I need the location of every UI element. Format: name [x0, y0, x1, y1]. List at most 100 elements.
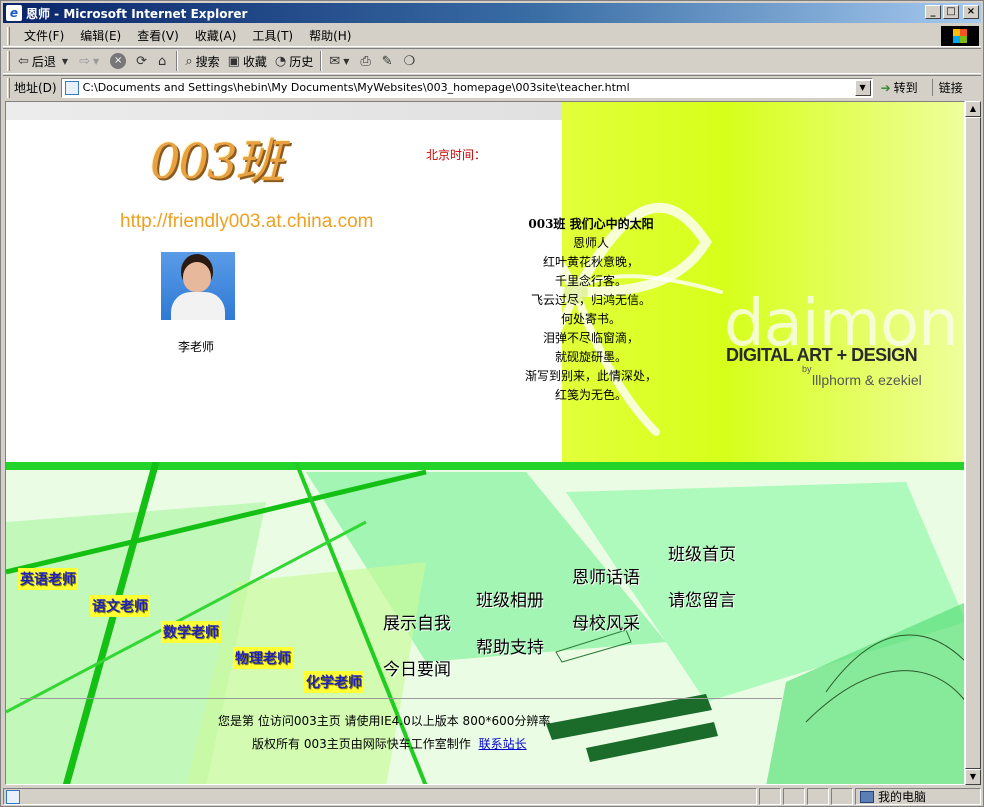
edit-button[interactable]: ✎ — [378, 50, 400, 72]
my-computer-icon — [860, 790, 874, 803]
toolbar-separator — [176, 51, 179, 71]
address-dropdown-icon[interactable]: ▼ — [854, 79, 871, 96]
teacher-link-math[interactable]: 数学老师 — [161, 621, 221, 643]
vertical-scrollbar[interactable]: ▲ ▼ — [965, 101, 981, 785]
favorites-button[interactable]: ▣ 收藏 — [224, 50, 271, 72]
teacher-name: 李老师 — [178, 340, 215, 354]
discuss-button[interactable]: ❍ — [400, 50, 423, 72]
refresh-icon: ⟳ — [136, 53, 148, 69]
forward-arrow-icon: ⇨ — [79, 53, 90, 69]
page-icon — [64, 80, 79, 95]
poem: 003班 我们心中的太阳 恩师人 红叶黄花秋意晚， 千里念行客。 飞云过尽，归鸿… — [506, 215, 676, 405]
ie-icon: e — [6, 5, 22, 21]
search-icon: ⌕ — [185, 53, 193, 69]
forward-dropdown-icon[interactable]: ▼ — [93, 57, 99, 66]
go-arrow-icon: ➔ — [880, 80, 891, 95]
window-title: 恩师 - Microsoft Internet Explorer — [26, 6, 248, 21]
toolbar-grip[interactable] — [7, 51, 10, 71]
home-icon: ⌂ — [158, 53, 167, 69]
nav-showcase[interactable]: 展示自我 — [383, 609, 451, 634]
go-label: 转到 — [893, 81, 918, 95]
poem-title: 003班 我们心中的太阳 — [528, 217, 654, 231]
teacher-link-chemistry[interactable]: 化学老师 — [304, 671, 364, 693]
close-button[interactable]: × — [963, 5, 979, 19]
scroll-thumb[interactable] — [965, 117, 981, 769]
poem-line: 红叶黄花秋意晚， — [542, 255, 639, 269]
poem-line: 何处寄书。 — [560, 312, 621, 326]
address-input[interactable]: C:\Documents and Settings\hebin\My Docum… — [60, 77, 873, 98]
links-toolbar[interactable]: 链接 — [931, 79, 963, 96]
menu-bar: 文件(F) 编辑(E) 查看(V) 收藏(A) 工具(T) 帮助(H) — [3, 25, 981, 47]
teacher-link-physics[interactable]: 物理老师 — [233, 647, 293, 669]
nav-help-support[interactable]: 帮助支持 — [476, 633, 544, 658]
top-strip — [6, 102, 566, 120]
address-bar: 地址(D) C:\Documents and Settings\hebin\My… — [3, 75, 981, 99]
photo-body — [171, 292, 225, 320]
banner-tagline: DIGITAL ART + DESIGN — [726, 345, 918, 365]
poem-line: 恩师人 — [572, 236, 609, 250]
nav-class-home[interactable]: 班级首页 — [668, 540, 736, 565]
menu-help[interactable]: 帮助(H) — [301, 27, 359, 44]
print-button[interactable]: ⎙ — [356, 50, 377, 72]
banner-authors: lllphorm & ezekiel — [812, 372, 922, 388]
addressbar-grip[interactable] — [7, 77, 10, 98]
history-icon: ◔ — [274, 53, 287, 69]
back-arrow-icon: ⇦ — [18, 53, 29, 69]
address-url[interactable]: C:\Documents and Settings\hebin\My Docum… — [83, 81, 630, 94]
menubar-grip[interactable] — [7, 26, 10, 45]
poem-line: 就砚旋研墨。 — [554, 350, 627, 364]
forward-button[interactable]: ⇨ ▼ — [75, 50, 106, 72]
security-zone: 我的电脑 — [855, 788, 981, 805]
browser-window: e 恩师 - Microsoft Internet Explorer _ □ ×… — [0, 0, 984, 807]
toolbar-separator — [320, 51, 323, 71]
status-cell — [783, 788, 805, 805]
nav-today-news[interactable]: 今日要闻 — [383, 655, 451, 680]
footer-copyright: 版权所有 003主页由网际快车工作室制作 — [252, 737, 471, 751]
footer-divider — [20, 698, 782, 699]
teacher-link-english[interactable]: 英语老师 — [18, 568, 78, 590]
nav-teacher-words[interactable]: 恩师话语 — [572, 563, 640, 588]
menu-view[interactable]: 查看(V) — [129, 27, 187, 44]
search-button[interactable]: ⌕ 搜索 — [181, 50, 223, 72]
menu-edit[interactable]: 编辑(E) — [72, 27, 129, 44]
refresh-button[interactable]: ⟳ — [132, 50, 154, 72]
nav-leave-message[interactable]: 请您留言 — [668, 586, 736, 611]
banner-by: by — [802, 364, 812, 374]
page-header-section: daimonia DIGITAL ART + DESIGN by lllphor… — [6, 102, 964, 462]
go-button[interactable]: ➔ 转到 — [881, 79, 918, 96]
back-button[interactable]: ⇦ 后退 ▼ — [14, 50, 75, 72]
page-status-icon — [6, 789, 20, 804]
favorites-label: 收藏 — [242, 54, 267, 69]
print-icon: ⎙ — [360, 53, 371, 69]
status-cell — [759, 788, 781, 805]
status-bar: 我的电脑 — [3, 787, 981, 806]
footer-visitor-line: 您是第 位访问003主页 请使用IE4.0以上版本 800*600分辨率 — [218, 714, 551, 728]
scroll-down-icon[interactable]: ▼ — [965, 769, 981, 785]
mail-button[interactable]: ✉ ▼ — [325, 50, 356, 72]
class-logo: 003班 — [150, 134, 284, 190]
teacher-link-chinese[interactable]: 语文老师 — [90, 595, 150, 617]
menu-tools[interactable]: 工具(T) — [244, 27, 301, 44]
poem-line: 泪弹不尽临窗滴， — [542, 331, 639, 345]
teacher-photo — [161, 252, 235, 320]
menu-file[interactable]: 文件(F) — [16, 27, 72, 44]
back-dropdown-icon[interactable]: ▼ — [62, 57, 68, 66]
maximize-button[interactable]: □ — [943, 5, 959, 19]
poem-line: 渐写到别来，此情深处， — [524, 369, 657, 383]
nav-school-style[interactable]: 母校风采 — [572, 609, 640, 634]
status-cell — [831, 788, 853, 805]
mail-icon: ✉ — [329, 53, 341, 69]
scroll-up-icon[interactable]: ▲ — [965, 101, 981, 117]
nav-class-album[interactable]: 班级相册 — [476, 586, 544, 611]
menu-favorites[interactable]: 收藏(A) — [187, 27, 245, 44]
status-text-area — [3, 788, 757, 805]
home-button[interactable]: ⌂ — [154, 50, 173, 72]
contact-webmaster-link[interactable]: 联系站长 — [479, 737, 527, 751]
stop-button[interactable]: × — [106, 50, 132, 72]
history-button[interactable]: ◔ 历史 — [271, 50, 317, 72]
minimize-button[interactable]: _ — [925, 5, 941, 19]
address-label: 地址(D) — [14, 81, 57, 95]
poem-line: 千里念行客。 — [554, 274, 627, 288]
mail-dropdown-icon[interactable]: ▼ — [343, 57, 349, 66]
page-viewport: daimonia DIGITAL ART + DESIGN by lllphor… — [5, 101, 965, 785]
